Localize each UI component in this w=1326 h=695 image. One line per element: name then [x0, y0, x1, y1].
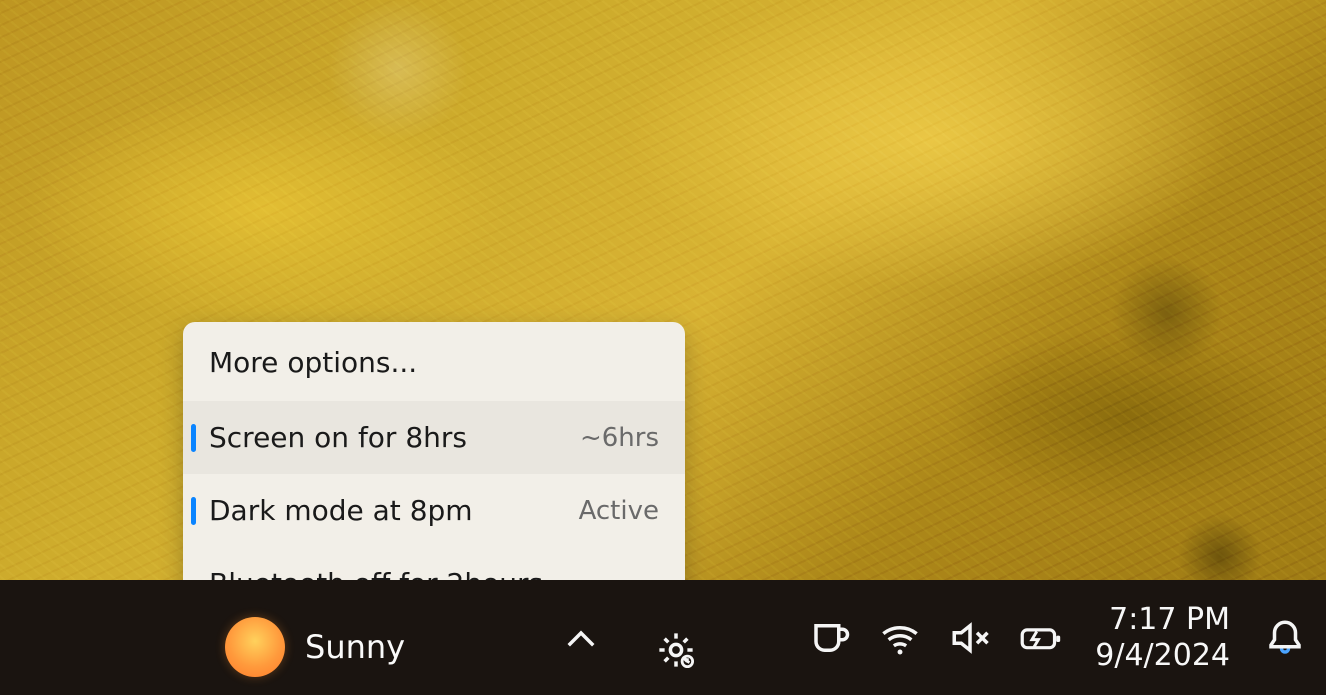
weather-condition: Sunny [305, 628, 405, 666]
accent-indicator [191, 497, 196, 525]
notifications-icon[interactable] [1264, 617, 1306, 659]
caffeine-icon[interactable] [809, 617, 851, 659]
clock-date[interactable]: 7:17 PM 9/4/2024 [1089, 602, 1236, 674]
clock-time: 7:17 PM [1109, 602, 1230, 638]
flyout-item-screen-on[interactable]: Screen on for 8hrs ~6hrs [183, 401, 685, 474]
weather-widget[interactable]: Sunny [225, 617, 405, 677]
desktop: More options... Screen on for 8hrs ~6hrs… [0, 0, 1326, 695]
flyout-item-dark-mode[interactable]: Dark mode at 8pm Active [183, 474, 685, 547]
wifi-icon[interactable] [879, 617, 921, 659]
system-tray: 7:17 PM 9/4/2024 [809, 580, 1306, 695]
clock-date-text: 9/4/2024 [1095, 638, 1230, 674]
accent-indicator [191, 424, 196, 452]
flyout-item-status: ~6hrs [580, 423, 659, 453]
volume-muted-icon[interactable] [949, 617, 991, 659]
flyout-item-status: Active [579, 496, 659, 526]
battery-charging-icon[interactable] [1019, 617, 1061, 659]
flyout-item-label: Dark mode at 8pm [209, 494, 473, 527]
settings-icon[interactable] [655, 629, 697, 671]
flyout-item-label: Screen on for 8hrs [209, 421, 467, 454]
quick-settings-flyout: More options... Screen on for 8hrs ~6hrs… [183, 322, 685, 620]
sun-icon [225, 617, 285, 677]
flyout-more-options[interactable]: More options... [183, 322, 685, 401]
show-hidden-icons-button[interactable] [560, 619, 602, 661]
flyout-header-label: More options... [209, 346, 417, 379]
taskbar: Sunny [0, 580, 1326, 695]
